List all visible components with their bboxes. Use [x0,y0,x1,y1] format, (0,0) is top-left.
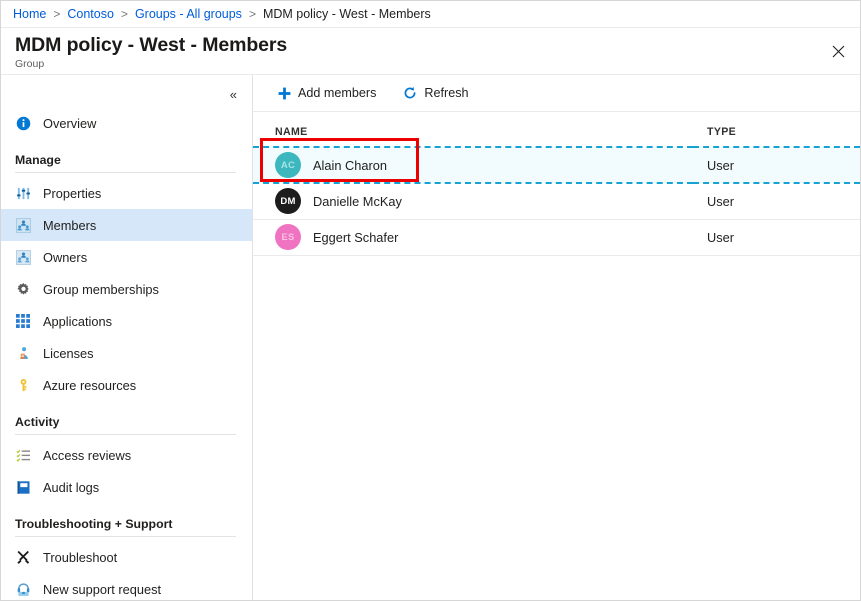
page-subtitle: Group [15,58,45,70]
sidebar-item-group-memberships[interactable]: Group memberships [1,273,252,305]
content-pane: Add members Refresh NAME TYPE AC Alain C… [253,75,860,600]
sidebar-item-label: Troubleshoot [43,549,118,565]
breadcrumb-item-groups-all-groups[interactable]: Groups - All groups [135,7,242,21]
gear-icon [15,281,31,297]
license-person-icon [15,345,31,361]
sidebar-item-owners[interactable]: Owners [1,241,252,273]
sidebar-item-label: Members [43,217,97,233]
azure-portal-blade: Home > Contoso > Groups - All groups > M… [0,0,861,601]
sidebar-item-label: Properties [43,185,102,201]
add-members-button[interactable]: Add members [274,82,378,104]
member-type-cell: User [693,183,860,220]
member-type-cell: User [693,219,860,256]
breadcrumb-separator: > [248,7,256,21]
member-name-cell: AC Alain Charon [253,146,693,184]
sidebar-group-manage: Manage [15,153,61,167]
table-row[interactable]: AC Alain Charon User [253,146,860,184]
close-button[interactable] [816,28,860,75]
member-name[interactable]: Eggert Schafer [313,230,398,245]
sidebar-item-label: Group memberships [43,281,159,297]
member-name-cell: DM Danielle McKay [253,183,693,220]
sidebar-item-audit-logs[interactable]: Audit logs [1,471,252,503]
sidebar-item-label: Licenses [43,345,94,361]
checklist-icon [15,447,31,463]
avatar: ES [275,224,301,250]
sidebar-collapse-row: « [1,81,252,107]
plus-icon [276,85,292,101]
members-table-container: NAME TYPE AC Alain Charon User DM Daniel… [253,112,860,600]
breadcrumb-separator: > [53,7,61,21]
sidebar: « Overview Manage Properties Members Own… [1,75,253,600]
sidebar-divider [15,172,236,173]
sidebar-item-applications[interactable]: Applications [1,305,252,337]
avatar: DM [275,188,301,215]
owners-icon [15,249,31,265]
breadcrumb: Home > Contoso > Groups - All groups > M… [1,1,860,28]
refresh-icon [402,85,418,101]
column-header-name[interactable]: NAME [253,112,693,148]
info-icon [15,115,31,131]
sidebar-item-members[interactable]: Members [1,209,252,241]
sidebar-item-access-reviews[interactable]: Access reviews [1,439,252,471]
member-type-cell: User [693,146,860,184]
grid-icon [15,313,31,329]
member-name[interactable]: Alain Charon [313,158,387,173]
column-header-type[interactable]: TYPE [693,112,860,148]
sidebar-item-overview[interactable]: Overview [1,107,252,139]
avatar-initials: ES [281,231,295,243]
members-table: NAME TYPE AC Alain Charon User DM Daniel… [253,112,860,256]
add-members-label: Add members [298,86,377,100]
sidebar-item-label: New support request [43,581,162,597]
wrench-screwdriver-icon [15,549,31,565]
table-header-row: NAME TYPE [253,112,860,148]
member-name[interactable]: Danielle McKay [313,194,402,209]
sidebar-item-label: Access reviews [43,447,132,463]
avatar: AC [275,152,301,178]
breadcrumb-item-contoso[interactable]: Contoso [67,7,114,21]
table-row[interactable]: DM Danielle McKay User [253,183,860,220]
sliders-icon [15,185,31,201]
command-bar: Add members Refresh [253,75,860,112]
sidebar-item-troubleshoot[interactable]: Troubleshoot [1,541,252,573]
sidebar-group-activity: Activity [15,415,60,429]
sidebar-item-label: Audit logs [43,479,100,495]
sidebar-item-label: Applications [43,313,113,329]
sidebar-item-label: Overview [43,115,97,131]
sidebar-item-new-support-request[interactable]: New support request [1,573,252,600]
avatar-initials: AC [280,159,296,171]
breadcrumb-item-home[interactable]: Home [13,7,46,21]
headset-icon [15,581,31,597]
collapse-chevron-icon[interactable]: « [227,86,240,103]
sidebar-divider [15,434,236,435]
key-icon [15,377,31,393]
sidebar-item-azure-resources[interactable]: Azure resources [1,369,252,401]
blade-body: « Overview Manage Properties Members Own… [1,75,860,600]
sidebar-group-troubleshooting-support: Troubleshooting + Support [15,517,173,531]
breadcrumb-item-current: MDM policy - West - Members [262,7,431,21]
sidebar-item-label: Owners [43,249,88,265]
table-body: AC Alain Charon User DM Danielle McKay U… [253,146,860,256]
refresh-label: Refresh [424,86,469,100]
sidebar-item-licenses[interactable]: Licenses [1,337,252,369]
refresh-button[interactable]: Refresh [400,82,470,104]
avatar-initials: DM [280,195,296,207]
table-header: NAME TYPE [253,112,860,148]
members-icon [15,217,31,233]
member-name-cell: ES Eggert Schafer [253,219,693,256]
blade-title-bar: MDM policy - West - Members Group [1,28,860,75]
sidebar-divider [15,536,236,537]
close-icon [832,45,845,58]
breadcrumb-separator: > [120,7,128,21]
sidebar-item-label: Azure resources [43,377,137,393]
page-title: MDM policy - West - Members [15,34,288,56]
sidebar-item-properties[interactable]: Properties [1,177,252,209]
book-icon [15,479,31,495]
table-row[interactable]: ES Eggert Schafer User [253,219,860,256]
